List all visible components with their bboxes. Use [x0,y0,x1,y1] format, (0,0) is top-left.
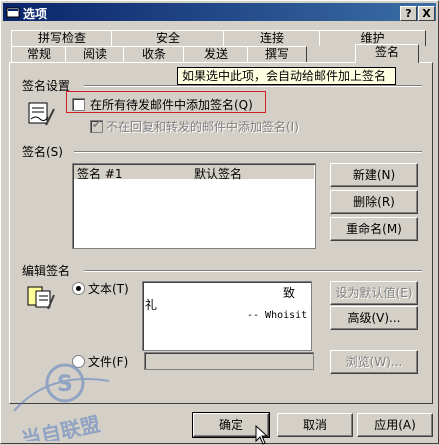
editor-line-1: 致 [283,286,296,300]
file-path-field[interactable] [144,352,314,370]
tab-compose[interactable]: 撰写 [247,46,307,62]
cancel-button[interactable]: 取消 [277,413,353,437]
check-mark-icon: ✔ [92,118,102,131]
tab-receipts[interactable]: 收条 [123,46,185,62]
tab-general[interactable]: 常规 [11,46,67,62]
help-button[interactable]: ? [400,6,417,21]
tab-read[interactable]: 阅读 [65,46,125,62]
edit-signature-icon [27,286,55,310]
watermark-logo: S 当自联盟 [13,363,110,441]
delete-button[interactable]: 删除(R) [330,190,418,214]
title-bar: 选项 ? X [3,3,436,21]
browse-button[interactable]: 浏览(W)... [330,350,418,374]
tab-spellcheck[interactable]: 拼写检查 [11,30,113,46]
options-dialog: 选项 ? X 拼写检查 安全 连接 维护 常规 阅读 收条 发送 撰写 签名 签… [0,0,439,445]
rename-button[interactable]: 重命名(M) [330,217,418,241]
close-button[interactable]: X [418,6,435,21]
signature-settings-icon [28,102,55,126]
tab-connection[interactable]: 连接 [223,30,321,46]
edit-divider [84,270,422,272]
editor-line-2: 礼 [145,298,158,312]
editor-line-3: -- Whoisit [247,310,308,321]
list-item[interactable]: 签名 #1 默认签名 [74,165,314,181]
tooltip: 如果选中此项，会自动给邮件加上签名 [177,67,396,85]
no-reply-checkbox[interactable]: ✔ [90,118,103,133]
settings-heading: 签名设置 [22,79,71,93]
edit-heading: 编辑签名 [22,264,71,278]
window-title: 选项 [23,7,48,21]
signature-name: 签名 #1 [77,167,123,181]
advanced-button[interactable]: 高级(V)... [330,306,418,330]
mouse-cursor-icon [255,425,269,445]
signatures-panel: 签名设置 在所有待发邮件中添加签名(Q) ✔ 不在回复和转发的邮件中添加签名(I… [9,62,433,404]
new-button[interactable]: 新建(N) [330,163,418,187]
signatures-divider [74,151,422,153]
tab-security[interactable]: 安全 [111,30,225,46]
svg-text:S: S [57,372,73,397]
signatures-heading: 签名(S) [22,145,63,159]
signature-list[interactable]: 签名 #1 默认签名 [72,163,316,249]
settings-divider [84,85,422,87]
no-reply-label: 不在回复和转发的邮件中添加签名(I) [106,120,299,134]
app-icon [6,7,20,18]
apply-button[interactable]: 应用(A) [357,413,433,437]
text-radio[interactable] [72,282,85,295]
text-radio-label: 文本(T) [88,282,129,296]
highlight-frame [66,91,266,113]
signature-text-editor[interactable]: 致 礼 -- Whoisit [142,281,312,351]
set-default-button[interactable]: 设为默认值(E) [330,281,418,305]
signature-status: 默认签名 [194,167,243,181]
svg-text:当自联盟: 当自联盟 [19,412,102,441]
tab-send[interactable]: 发送 [183,46,249,62]
tab-signatures[interactable]: 签名 [355,44,419,63]
